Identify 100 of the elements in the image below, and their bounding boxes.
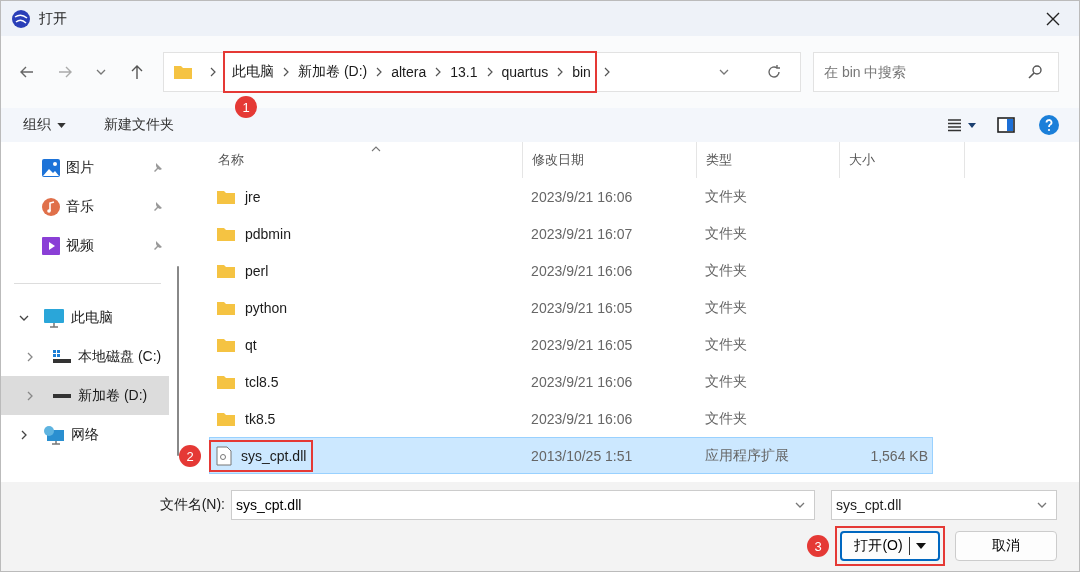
- annotation-number: 3: [807, 535, 829, 557]
- folder-icon: [173, 64, 193, 80]
- chevron-right-icon: [210, 67, 216, 77]
- chevron-right-icon: [283, 67, 289, 77]
- file-type: 文件夹: [703, 224, 748, 243]
- column-header[interactable]: 名称: [209, 142, 523, 178]
- sidebar-label: 音乐: [66, 197, 94, 216]
- file-row[interactable]: perl 2023/9/21 16:06 文件夹: [209, 252, 933, 289]
- modified-date: 2023/9/21 16:06: [530, 410, 634, 427]
- file-type: 文件夹: [703, 187, 748, 206]
- sort-caret-icon: [371, 146, 381, 152]
- file-type-dropdown[interactable]: sys_cpt.dll: [831, 490, 1057, 520]
- cancel-button[interactable]: 取消: [955, 531, 1057, 561]
- annotation-number: 1: [235, 96, 257, 118]
- modified-date: 2023/9/21 16:06: [530, 188, 634, 205]
- column-header[interactable]: 修改日期: [523, 142, 697, 178]
- breadcrumb-item[interactable]: bin: [572, 64, 591, 80]
- breadcrumb-item[interactable]: 13.1: [450, 64, 478, 80]
- chevron-right-icon: [557, 67, 564, 77]
- sidebar-item[interactable]: 本地磁盘 (C:): [1, 337, 169, 376]
- file-name: sys_cpt.dll: [241, 447, 307, 464]
- video-icon: [42, 236, 60, 255]
- sidebar-label: 本地磁盘 (C:): [78, 347, 162, 366]
- sidebar-item[interactable]: 音乐: [1, 187, 169, 226]
- chevron-right-icon: [376, 67, 383, 77]
- breadcrumb-item[interactable]: altera: [391, 64, 427, 80]
- close-icon[interactable]: [1045, 10, 1061, 27]
- chevron-right-icon: [603, 67, 610, 77]
- search-field[interactable]: 在 bin 中搜索: [813, 52, 1059, 92]
- filename-label: 文件名(N):: [159, 496, 225, 514]
- folder-icon: [216, 225, 236, 242]
- folder-icon: [216, 336, 236, 353]
- file-type: 文件夹: [703, 372, 748, 391]
- globe-icon: [11, 8, 31, 29]
- search-icon: [1027, 64, 1043, 80]
- monitor-icon: [43, 307, 65, 328]
- preview-pane-icon[interactable]: [997, 117, 1015, 133]
- back-arrow-icon[interactable]: [19, 64, 35, 80]
- file-row[interactable]: python 2023/9/21 16:05 文件夹: [209, 289, 933, 326]
- file-row[interactable]: pdbmin 2023/9/21 16:07 文件夹: [209, 215, 933, 252]
- file-type: 文件夹: [703, 261, 748, 280]
- open-button[interactable]: 打开(O): [840, 531, 940, 561]
- file-name: tk8.5: [245, 410, 276, 427]
- folder-icon: [216, 299, 236, 316]
- refresh-icon[interactable]: [766, 64, 782, 80]
- chevron-right-icon: [435, 67, 442, 77]
- window-title: 打开: [39, 9, 67, 28]
- drive-icon: [53, 393, 71, 398]
- modified-date: 2023/9/21 16:05: [530, 299, 634, 316]
- image-icon: [42, 158, 60, 177]
- sidebar-label: 此电脑: [71, 308, 113, 327]
- sidebar-item[interactable]: 视频: [1, 226, 169, 265]
- modified-date: 2013/10/25 1:51: [530, 447, 634, 464]
- chevron-right-icon[interactable]: [19, 429, 29, 440]
- modified-date: 2023/9/21 16:06: [530, 262, 634, 279]
- file-type: 文件夹: [703, 298, 748, 317]
- column-header[interactable]: 大小: [840, 142, 965, 178]
- file-row[interactable]: jre 2023/9/21 16:06 文件夹: [209, 178, 933, 215]
- folder-icon: [216, 373, 236, 390]
- breadcrumb-item[interactable]: 此电脑: [232, 63, 274, 81]
- sidebar-label: 图片: [66, 158, 94, 177]
- file-row[interactable]: tk8.5 2023/9/21 16:06 文件夹: [209, 400, 933, 437]
- filename-field[interactable]: sys_cpt.dll: [231, 490, 815, 520]
- file-name: tcl8.5: [245, 373, 279, 390]
- modified-date: 2023/9/21 16:07: [530, 225, 634, 242]
- organize-menu-button[interactable]: 组织: [15, 112, 74, 138]
- file-row[interactable]: qt 2023/9/21 16:05 文件夹: [209, 326, 933, 363]
- breadcrumb-item[interactable]: quartus: [501, 64, 549, 80]
- help-icon[interactable]: [1039, 115, 1059, 135]
- scrollbar-thumb[interactable]: [177, 266, 179, 456]
- folder-icon: [216, 410, 236, 427]
- folder-icon: [216, 262, 236, 279]
- sidebar-label: 视频: [66, 236, 94, 255]
- column-header[interactable]: 类型: [697, 142, 840, 178]
- sidebar-item[interactable]: 新加卷 (D:): [1, 376, 169, 415]
- network-icon: [43, 424, 65, 445]
- breadcrumb-item[interactable]: 新加卷 (D:): [298, 63, 368, 81]
- caret-icon: [57, 122, 66, 128]
- sidebar-item[interactable]: 此电脑: [1, 298, 169, 337]
- sidebar-item[interactable]: 网络: [1, 415, 169, 454]
- file-type: 文件夹: [703, 335, 748, 354]
- file-name: jre: [245, 188, 261, 205]
- chevron-right-icon: [486, 67, 493, 77]
- file-type: 应用程序扩展: [703, 446, 790, 465]
- sidebar-label: 网络: [71, 425, 99, 444]
- file-icon: [216, 445, 232, 466]
- file-row[interactable]: sys_cpt.dll 2013/10/25 1:51 应用程序扩展 1,564 KB: [209, 437, 933, 474]
- up-arrow-icon[interactable]: [129, 64, 145, 80]
- sidebar-item[interactable]: 图片: [1, 148, 169, 187]
- file-name: qt: [245, 336, 257, 353]
- file-name: python: [245, 299, 288, 316]
- caret-icon[interactable]: [915, 543, 926, 549]
- music-note-icon: [42, 197, 60, 216]
- modified-date: 2023/9/21 16:05: [530, 336, 634, 353]
- file-name: perl: [245, 262, 269, 279]
- view-list-icon[interactable]: [947, 118, 977, 132]
- sidebar-label: 新加卷 (D:): [78, 386, 148, 405]
- file-type: 文件夹: [703, 409, 748, 428]
- drive-icon: [52, 348, 72, 365]
- file-row[interactable]: tcl8.5 2023/9/21 16:06 文件夹: [209, 363, 933, 400]
